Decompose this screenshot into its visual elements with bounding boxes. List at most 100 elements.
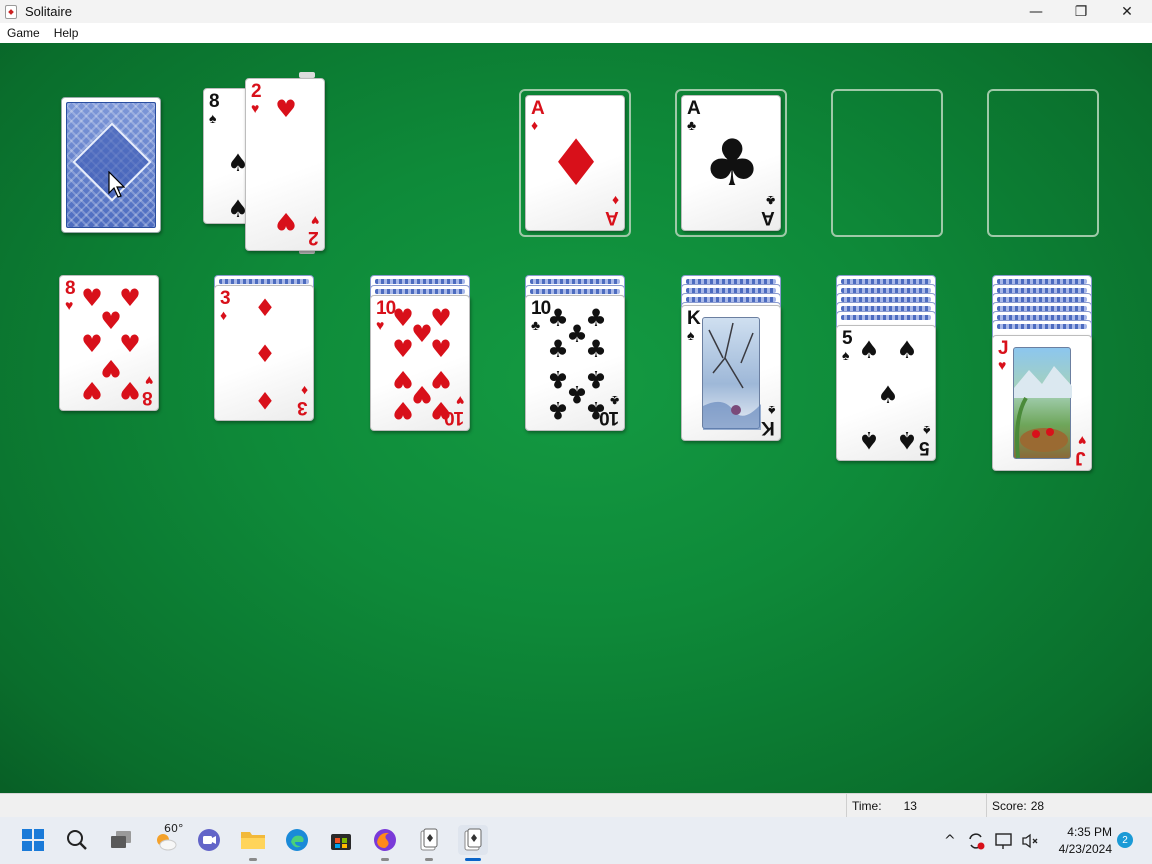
foundation-slot-4[interactable] [987, 89, 1099, 237]
card-rank: J [998, 338, 1009, 359]
heart-icon: ♥ [81, 376, 103, 404]
foundation-card-ace-diamonds[interactable]: A ♦ ♦ A ♦ [525, 95, 625, 231]
time-label: Time: [852, 798, 882, 813]
card-rank: K [762, 417, 775, 438]
club-icon: ♣ [765, 193, 775, 209]
sync-icon [969, 832, 985, 849]
club-icon: ♣ [687, 117, 697, 133]
store-bag-icon [331, 834, 351, 850]
card-rank: 10 [599, 407, 619, 428]
heart-icon: ♥ [1077, 433, 1086, 449]
heart-icon: ♥ [310, 213, 319, 229]
search-icon [67, 830, 87, 850]
close-button[interactable]: ✕ [1104, 0, 1150, 23]
window-title: Solitaire [25, 4, 72, 19]
weather-widget[interactable]: 60° [150, 822, 184, 855]
folder-icon [241, 832, 265, 849]
solitaire-taskbar-button-1[interactable] [414, 825, 444, 861]
tableau-3-card-10-hearts[interactable]: 10 ♥ ♥ ♥ ♥ ♥ ♥ ♥ ♥ ♥ ♥ ♥ 10 ♥ [370, 295, 470, 431]
network-button[interactable] [994, 817, 1014, 864]
firefox-browser-icon [374, 829, 396, 851]
card-rank: A [531, 98, 545, 119]
score-label: Score: [992, 798, 1027, 813]
running-indicator [249, 858, 257, 861]
solitaire-taskbar-button-active[interactable] [458, 825, 488, 861]
score-display: Score: 28 [986, 794, 1152, 817]
spade-icon: ♠ [858, 336, 880, 364]
heart-icon: ♥ [119, 330, 141, 358]
card-rank: 5 [920, 437, 930, 458]
firefox-button[interactable] [370, 825, 400, 861]
weather-temperature: 60° [164, 822, 184, 835]
foundation-card-ace-clubs[interactable]: A ♣ ♣ A ♣ [681, 95, 781, 231]
diamond-icon: ♦ [254, 340, 276, 368]
minimize-button[interactable]: — [1013, 0, 1059, 23]
club-icon: ♣ [609, 393, 619, 409]
card-rank: 8 [209, 91, 220, 112]
menu-help[interactable]: Help [47, 26, 86, 40]
card-rank: A [606, 207, 619, 228]
diamond-icon: ♦ [611, 193, 619, 209]
notification-badge[interactable]: 2 [1117, 832, 1133, 848]
tableau-6-card-5-spades[interactable]: 5 ♠ ♠ ♠ ♠ ♠ ♠ 5 ♠ [836, 325, 936, 461]
heart-icon: ♥ [376, 317, 385, 333]
network-monitor-icon [995, 832, 1012, 849]
diamond-icon: ♦ [531, 117, 539, 133]
foundation-slot-3[interactable] [831, 89, 943, 237]
title-bar: Solitaire — ❐ ✕ [0, 0, 1152, 23]
diamond-icon: ♦ [547, 127, 605, 201]
club-icon: ♣ [531, 317, 541, 333]
club-icon: ♣ [547, 335, 569, 363]
video-chat-icon [198, 829, 220, 851]
tableau-4-card-10-clubs[interactable]: 10 ♣ ♣ ♣ ♣ ♣ ♣ ♣ ♣ ♣ ♣ ♣ 10 ♣ [525, 295, 625, 431]
edge-browser-icon [286, 829, 308, 851]
card-rank: A [762, 207, 775, 228]
chevron-up-icon: ^ [944, 832, 956, 849]
mouse-cursor-icon [108, 171, 126, 198]
score-value: 28 [1030, 798, 1045, 813]
card-rank: 8 [143, 387, 153, 408]
heart-icon: ♥ [119, 376, 141, 404]
tableau-5-card-king-spades[interactable]: K ♠ K ♠ [681, 305, 781, 441]
stock-pile[interactable] [61, 97, 161, 233]
menu-bar: Game Help [0, 23, 1152, 43]
solitaire-cards-icon [420, 828, 438, 851]
heart-icon: ♥ [392, 335, 414, 363]
diamond-icon: ♦ [254, 294, 276, 322]
teams-chat-button[interactable] [194, 825, 224, 855]
spade-icon: ♠ [896, 426, 918, 454]
system-clock[interactable]: 4:35 PM 4/23/2024 [1050, 824, 1112, 858]
task-view-icon [111, 831, 131, 848]
menu-game[interactable]: Game [0, 26, 47, 40]
start-button[interactable] [18, 825, 48, 855]
edge-browser-button[interactable] [282, 825, 312, 855]
heart-icon: ♥ [275, 95, 297, 123]
heart-icon: ♥ [81, 330, 103, 358]
time-value: 13 [903, 798, 917, 813]
file-explorer-button[interactable] [238, 825, 268, 861]
active-window-indicator [465, 858, 481, 861]
task-view-button[interactable] [106, 825, 136, 855]
windows-logo-icon [22, 829, 44, 851]
club-icon: ♣ [547, 396, 569, 424]
tableau-2-card-3-diamonds[interactable]: 3 ♦ ♦ ♦ ♦ 3 ♦ [214, 285, 314, 421]
clock-time: 4:35 PM [1067, 825, 1112, 839]
card-rank: 8 [65, 278, 76, 299]
sync-status-button[interactable] [966, 817, 986, 864]
maximize-button[interactable]: ❐ [1058, 0, 1104, 23]
heart-icon: ♥ [430, 335, 452, 363]
speaker-muted-icon [1022, 833, 1038, 848]
search-button[interactable] [62, 825, 92, 855]
waste-top-card-2-hearts[interactable]: 2 ♥ ♥ ♥ 2 ♥ [245, 78, 325, 251]
card-rank: J [1076, 447, 1086, 468]
club-icon: ♣ [703, 127, 761, 201]
tableau-1-card-8-hearts[interactable]: 8 ♥ ♥ ♥ ♥ ♥ ♥ ♥ ♥ ♥ 8 ♥ [59, 275, 159, 411]
tableau-7-card-jack-hearts[interactable]: J ♥ J ♥ [992, 335, 1092, 471]
show-hidden-icons-button[interactable]: ^ [944, 817, 956, 864]
card-rank: K [687, 308, 701, 329]
clock-date: 4/23/2024 [1058, 842, 1112, 856]
microsoft-store-button[interactable] [326, 825, 356, 855]
volume-button[interactable] [1020, 817, 1040, 864]
heart-icon: ♥ [998, 357, 1007, 373]
running-indicator [425, 858, 433, 861]
